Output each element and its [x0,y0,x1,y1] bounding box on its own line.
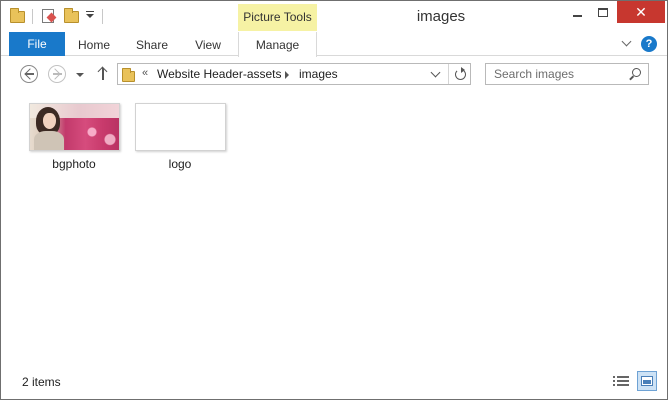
close-icon: ✕ [635,4,647,20]
recent-locations-dropdown-icon[interactable] [76,73,84,77]
toolbar-divider [32,9,33,24]
file-name: bgphoto [52,157,96,171]
refresh-icon[interactable] [453,67,467,81]
address-bar[interactable]: « Website Header-assets images [117,63,471,85]
file-item-logo[interactable]: logo [130,101,230,173]
picture-tools-header: Picture Tools [238,4,317,31]
hidden-path-chevron[interactable]: « [142,67,148,79]
forward-button[interactable] [48,65,66,83]
folder-icon[interactable] [10,8,26,24]
details-view-icon[interactable] [613,373,631,389]
new-folder-icon[interactable] [64,8,80,24]
address-divider [448,64,449,84]
tab-manage[interactable]: Manage [238,32,317,57]
breadcrumb-separator-icon[interactable] [285,71,289,79]
customize-dropdown-icon[interactable] [85,11,95,21]
tab-view[interactable]: View [185,32,231,56]
maximize-button[interactable] [590,1,616,25]
minimize-icon [573,15,582,17]
properties-icon[interactable] [41,8,57,24]
photo-thumbnail [29,103,120,151]
search-icon[interactable] [628,68,642,82]
toolbar-divider [102,9,103,24]
folder-icon [122,68,136,82]
large-icons-view-icon[interactable] [637,371,657,391]
file-item-bgphoto[interactable]: bgphoto [24,101,124,173]
maximize-icon [598,8,608,17]
breadcrumb-images[interactable]: images [299,67,338,81]
status-bar: 2 items [1,367,667,399]
explorer-window: Picture Tools images ✕ File Home Share V… [0,0,668,400]
minimize-button[interactable] [564,1,590,25]
ribbon-tab-row: File Home Share View Manage ? [1,32,667,57]
file-list-pane[interactable]: bgphoto logo [1,91,667,367]
tab-file[interactable]: File [9,32,65,56]
tab-home[interactable]: Home [69,32,119,56]
navigation-bar: « Website Header-assets images [1,57,667,91]
item-count: 2 items [22,375,61,389]
file-name: logo [168,157,192,171]
image-thumbnail [135,103,226,151]
back-button[interactable] [20,65,38,83]
search-input[interactable] [486,64,626,84]
search-box[interactable] [485,63,649,85]
window-title: images [416,8,466,25]
expand-ribbon-chevron-icon[interactable] [621,38,633,48]
tab-share[interactable]: Share [129,32,175,56]
title-bar: Picture Tools images ✕ [1,1,667,32]
breadcrumb-website-header-assets[interactable]: Website Header-assets [157,67,282,81]
address-history-dropdown-icon[interactable] [431,72,440,81]
up-arrow-icon[interactable] [96,66,110,82]
close-button[interactable]: ✕ [617,1,665,23]
help-icon[interactable]: ? [641,36,657,52]
